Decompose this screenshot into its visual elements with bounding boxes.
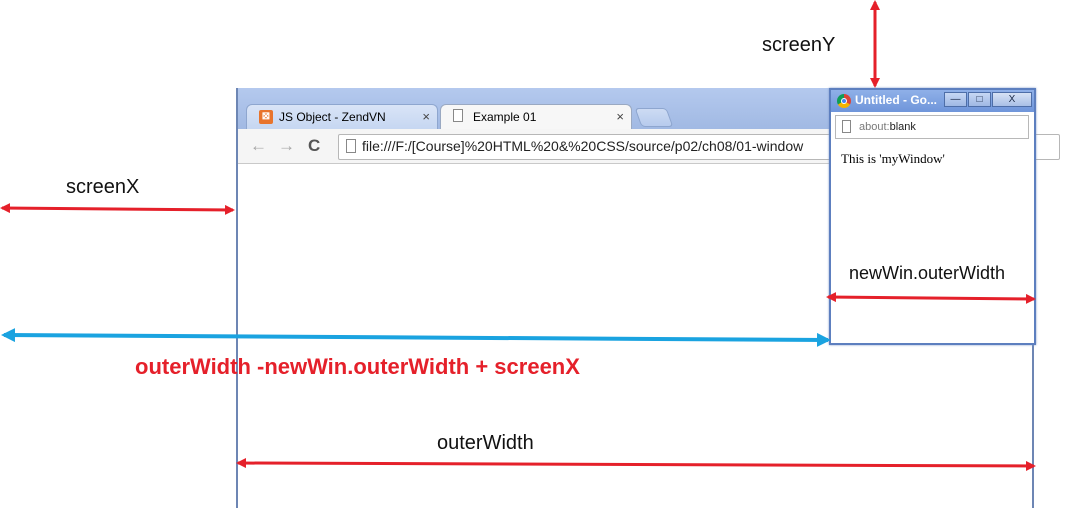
annotation-arrows [0, 0, 1036, 471]
formula-arrow [1, 328, 831, 347]
screenx-label: screenX [66, 176, 140, 198]
newwin-outerwidth-label: newWin.outerWidth [849, 263, 1006, 283]
outerwidth-arrow [236, 458, 1036, 471]
screeny-label: screenY [762, 34, 836, 56]
newwin-outerwidth-arrow [826, 292, 1036, 304]
formula-label: outerWidth -newWin.outerWidth + screenX [135, 354, 580, 379]
outerwidth-label: outerWidth [437, 432, 534, 454]
screenx-arrow [0, 203, 235, 215]
